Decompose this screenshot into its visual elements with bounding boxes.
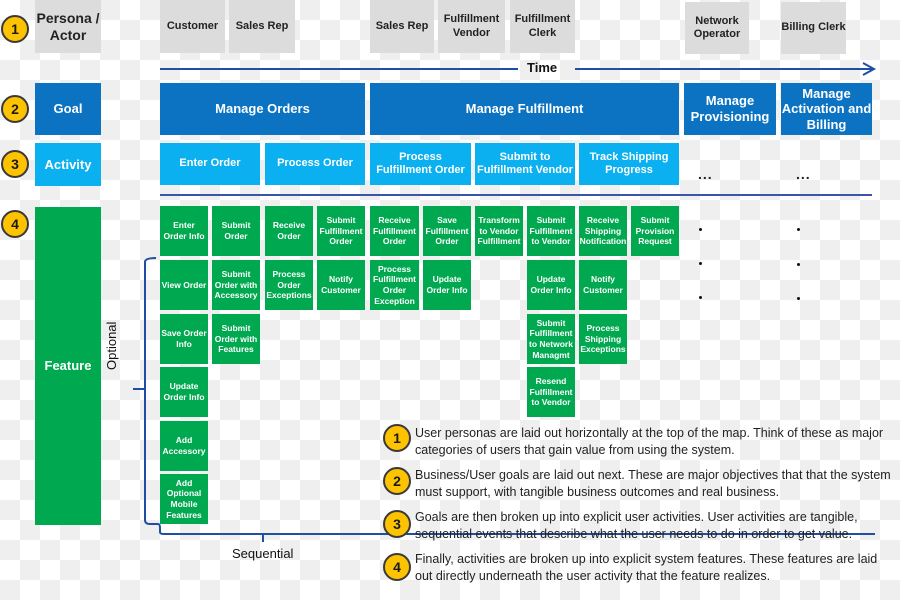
row-badge-2: 2 [1,95,29,123]
optional-sequential-brackets [133,257,875,542]
note-text-2: Business/User goals are laid out next. T… [415,468,891,499]
feature-card: Submit Fulfillment to Vendor [527,206,575,256]
activity-process-fulfillment-order: Process Fulfillment Order [370,143,471,185]
row-badge-4: 4 [1,210,29,238]
goal-manage-provisioning: Manage Provisioning [684,83,776,135]
activity-enter-order: Enter Order [160,143,260,185]
goal-manage-activation-billing: Manage Activation and Billing [781,83,872,135]
feature-card: Receive Order [265,206,313,256]
activity-ellipsis-1: ... [698,166,713,182]
row-badge-1: 1 [1,15,29,43]
optional-bracket [144,257,161,532]
note-badge-4: 4 [383,553,411,581]
feature-card: Transform to Vendor Fulfillment [475,206,523,256]
persona-billing-clerk: Billing Clerk [781,2,846,54]
feature-card: Receive Fulfillment Order [370,206,419,256]
activity-ellipsis-2: ... [796,166,811,182]
sequential-label: Sequential [232,546,294,561]
note-text-4: Finally, activities are broken up into e… [415,552,878,583]
row-label-feature: Feature [35,207,101,525]
feature-card: Receive Shipping Notification [579,206,627,256]
time-label: Time [527,60,558,75]
continuation-dot [797,228,800,231]
time-arrow [160,62,877,76]
divider-line [160,194,872,196]
persona-network-operator: Network Operator [685,2,749,54]
feature-card: Save Fulfillment Order [423,206,471,256]
activity-process-order: Process Order [265,143,365,185]
persona-fulfillment-clerk: Fulfillment Clerk [510,0,575,53]
continuation-dot [699,228,702,231]
feature-card: Submit Fulfillment Order [317,206,365,256]
activity-track-shipping-progress: Track Shipping Progress [579,143,679,185]
row-label-goal: Goal [35,83,101,135]
feature-card: Submit Order [212,206,260,256]
persona-customer: Customer [160,0,225,53]
note-badge-1: 1 [383,424,411,452]
note-text-3: Goals are then broken up into explicit u… [415,510,858,541]
note-badge-2: 2 [383,467,411,495]
persona-fulfillment-vendor: Fulfillment Vendor [438,0,505,53]
row-label-persona: Persona / Actor [35,0,101,53]
note-text-1: User personas are laid out horizontally … [415,426,884,457]
goal-manage-fulfillment: Manage Fulfillment [370,83,679,135]
row-label-activity: Activity [35,143,101,186]
optional-label: Optional [104,321,119,370]
row-badge-3: 3 [1,150,29,178]
goal-manage-orders: Manage Orders [160,83,365,135]
feature-card: Enter Order Info [160,206,208,256]
activity-submit-to-fulfillment-vendor: Submit to Fulfillment Vendor [475,143,575,185]
feature-card: Submit Provision Request [631,206,679,256]
note-badge-3: 3 [383,510,411,538]
persona-sales-rep-2: Sales Rep [370,0,434,53]
persona-sales-rep: Sales Rep [229,0,295,53]
